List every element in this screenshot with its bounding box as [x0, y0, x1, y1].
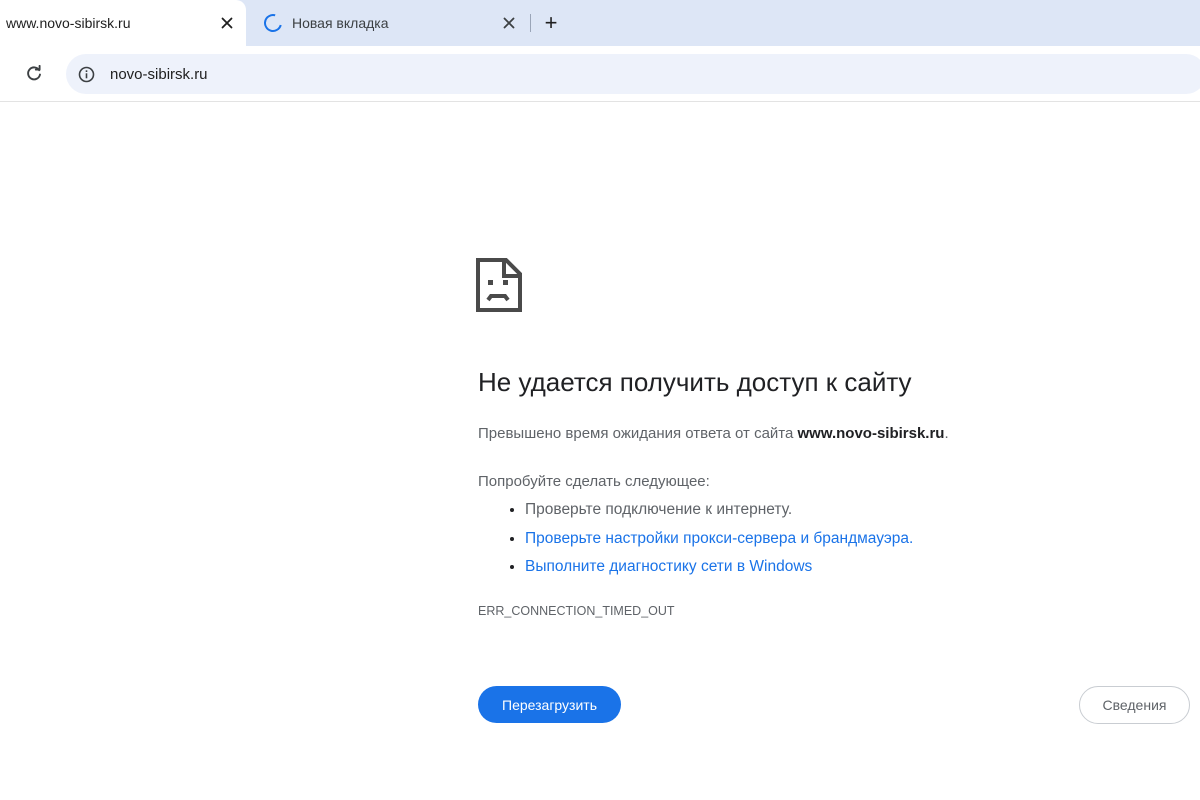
tab-title: www.novo-sibirsk.ru — [6, 15, 131, 31]
tab-title: Новая вкладка — [292, 15, 389, 31]
reload-page-button[interactable]: Перезагрузить — [478, 686, 621, 723]
error-code: ERR_CONNECTION_TIMED_OUT — [478, 604, 675, 618]
reload-button[interactable] — [20, 60, 48, 88]
close-icon[interactable] — [498, 12, 520, 34]
suggestion-check-proxy-link[interactable]: Проверьте настройки прокси-сервера и бра… — [525, 525, 913, 554]
tab-novo-sibirsk[interactable]: www.novo-sibirsk.ru — [0, 0, 246, 46]
tab-strip: www.novo-sibirsk.ru Новая вкладка + — [0, 0, 1200, 46]
reload-icon — [27, 65, 41, 81]
error-description-prefix: Превышено время ожидания ответа от сайта — [478, 425, 798, 442]
suggestion-check-connection: Проверьте подключение к интернету. — [525, 496, 913, 525]
new-tab-button[interactable]: + — [538, 10, 564, 36]
error-page: Не удается получить доступ к сайту Превы… — [0, 103, 1200, 800]
error-title: Не удается получить доступ к сайту — [478, 367, 912, 397]
sad-page-icon — [476, 258, 522, 312]
error-host: www.novo-sibirsk.ru — [797, 425, 945, 442]
url-text[interactable]: novo-sibirsk.ru — [110, 66, 208, 83]
loading-spinner-icon — [260, 10, 286, 36]
tab-divider — [530, 14, 531, 32]
close-icon[interactable] — [216, 12, 238, 34]
tab-new-tab[interactable]: Новая вкладка — [258, 0, 528, 46]
toolbar: novo-sibirsk.ru — [0, 46, 1200, 102]
site-info-button[interactable] — [76, 64, 96, 84]
suggestions-list: Проверьте подключение к интернету. Прове… — [478, 496, 913, 582]
address-bar[interactable]: novo-sibirsk.ru — [66, 54, 1200, 94]
error-description: Превышено время ожидания ответа от сайта… — [478, 425, 949, 442]
suggestions-heading: Попробуйте сделать следующее: — [478, 473, 710, 490]
details-button[interactable]: Сведения — [1079, 686, 1190, 724]
suggestion-run-diagnostics-link[interactable]: Выполните диагностику сети в Windows — [525, 553, 913, 582]
info-icon — [78, 66, 94, 82]
plus-icon: + — [544, 10, 558, 35]
error-description-suffix: . — [944, 425, 949, 442]
